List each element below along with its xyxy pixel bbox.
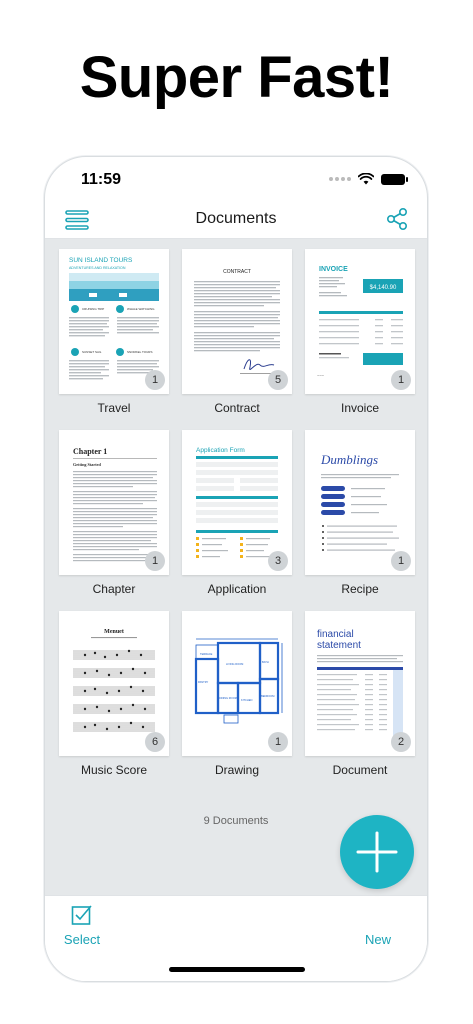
- page-count-badge: 6: [145, 732, 165, 752]
- page-count-badge: 1: [391, 551, 411, 571]
- page-count-badge: 5: [268, 370, 288, 390]
- document-tile-travel[interactable]: SUN ISLAND TOURS ADVENTURES AND RELAXATI…: [59, 249, 169, 421]
- document-tile-recipe[interactable]: Dumblings 1 Recipe: [305, 430, 415, 602]
- document-thumbnail: Application Form 3: [182, 430, 292, 575]
- headline: Super Fast!: [79, 45, 394, 110]
- document-thumbnail: SUN ISLAND TOURS ADVENTURES AND RELAXATI…: [59, 249, 169, 394]
- new-document-button[interactable]: [340, 815, 414, 889]
- document-name: Drawing: [214, 763, 259, 777]
- page-count-badge: 1: [145, 551, 165, 571]
- document-tile-application[interactable]: Application Form 3 Application: [182, 430, 292, 602]
- page-count-badge: 1: [268, 732, 288, 752]
- travel-subtitle: ADVENTURES AND RELAXATION: [69, 266, 126, 270]
- plus-icon: [356, 831, 398, 873]
- recipe-title: Dumblings: [320, 452, 378, 467]
- invoice-title: INVOICE: [319, 266, 348, 273]
- page-count-badge: 1: [145, 370, 165, 390]
- status-time: 11:59: [81, 171, 122, 188]
- document-thumbnail: Chapter 1 Getting Started 1: [59, 430, 169, 575]
- financial-title-line-2: statement: [317, 640, 361, 651]
- signal-icon: [329, 177, 351, 181]
- room-label: TERRACE: [200, 652, 213, 656]
- travel-section-3: SUNSET SAIL: [82, 350, 102, 354]
- document-name: Application: [207, 582, 267, 596]
- phone-frame: 11:59 Documents SUN ISLAND TOURS ADVENTU…: [44, 156, 428, 982]
- document-name: Music Score: [80, 763, 148, 777]
- document-name: Contract: [214, 401, 260, 415]
- document-name: Chapter: [92, 582, 136, 596]
- battery-icon: [381, 173, 408, 185]
- room-label: PANTRY: [198, 680, 209, 684]
- document-name: Invoice: [340, 401, 380, 415]
- share-icon[interactable]: [385, 207, 409, 231]
- music-score-title: Menuet: [104, 629, 124, 635]
- document-name: Document: [332, 763, 388, 777]
- document-tile-document[interactable]: financial statement 2 Document: [305, 611, 415, 783]
- document-thumbnail: CONTRACT 5: [182, 249, 292, 394]
- document-name: Recipe: [341, 582, 379, 596]
- contract-title: CONTRACT: [223, 269, 251, 275]
- document-thumbnail: TERRACE LIVING ROOM PANTRY KITCHEN BATH …: [182, 611, 292, 756]
- room-label: BATH: [262, 660, 269, 664]
- financial-title-line-1: financial: [317, 629, 354, 640]
- page-count-badge: 1: [391, 370, 411, 390]
- travel-section-4: SNORKEL TOURS: [127, 350, 152, 354]
- room-label: KITCHEN: [241, 698, 253, 702]
- status-icons: [329, 173, 408, 185]
- page-title: Documents: [195, 210, 277, 227]
- page-count-badge: 2: [391, 732, 411, 752]
- chapter-title: Chapter 1: [73, 447, 107, 456]
- room-label: BEDROOM: [261, 694, 274, 698]
- document-thumbnail: Menuet 6: [59, 611, 169, 756]
- application-title: Application Form: [196, 447, 245, 454]
- document-thumbnail: financial statement 2: [305, 611, 415, 756]
- select-button[interactable]: Select: [57, 904, 107, 950]
- wifi-icon: [358, 173, 374, 185]
- document-thumbnail: Dumblings 1: [305, 430, 415, 575]
- page-count-badge: 3: [268, 551, 288, 571]
- room-label: LIVING ROOM: [226, 662, 243, 666]
- document-tile-music-score[interactable]: Menuet 6 Music Score: [59, 611, 169, 783]
- document-tile-contract[interactable]: CONTRACT 5 Contract: [182, 249, 292, 421]
- room-label: DINING ROOM: [219, 696, 237, 700]
- invoice-amount: $4,140.90: [370, 285, 397, 291]
- select-label: Select: [63, 932, 101, 947]
- travel-section-1: CRUISING TRIP: [82, 307, 104, 311]
- document-thumbnail: INVOICE $4,140.90 ~~~ 1: [305, 249, 415, 394]
- document-tile-invoice[interactable]: INVOICE $4,140.90 ~~~ 1 Invoice: [305, 249, 415, 421]
- status-bar: 11:59: [45, 157, 427, 201]
- navigation-bar: Documents: [45, 201, 427, 239]
- chapter-subtitle: Getting Started: [73, 462, 101, 467]
- new-label[interactable]: New: [365, 932, 391, 947]
- document-tile-drawing[interactable]: TERRACE LIVING ROOM PANTRY KITCHEN BATH …: [182, 611, 292, 783]
- travel-section-2: WHALE WATCHING: [127, 307, 155, 311]
- documents-grid-area: SUN ISLAND TOURS ADVENTURES AND RELAXATI…: [45, 239, 427, 895]
- document-tile-chapter[interactable]: Chapter 1 Getting Started 1 Chapter: [59, 430, 169, 602]
- svg-text:~~~: ~~~: [317, 373, 325, 378]
- document-name: Travel: [97, 401, 131, 415]
- travel-title: SUN ISLAND TOURS: [69, 257, 133, 264]
- home-indicator: [169, 967, 305, 972]
- checkbox-icon: [71, 905, 92, 925]
